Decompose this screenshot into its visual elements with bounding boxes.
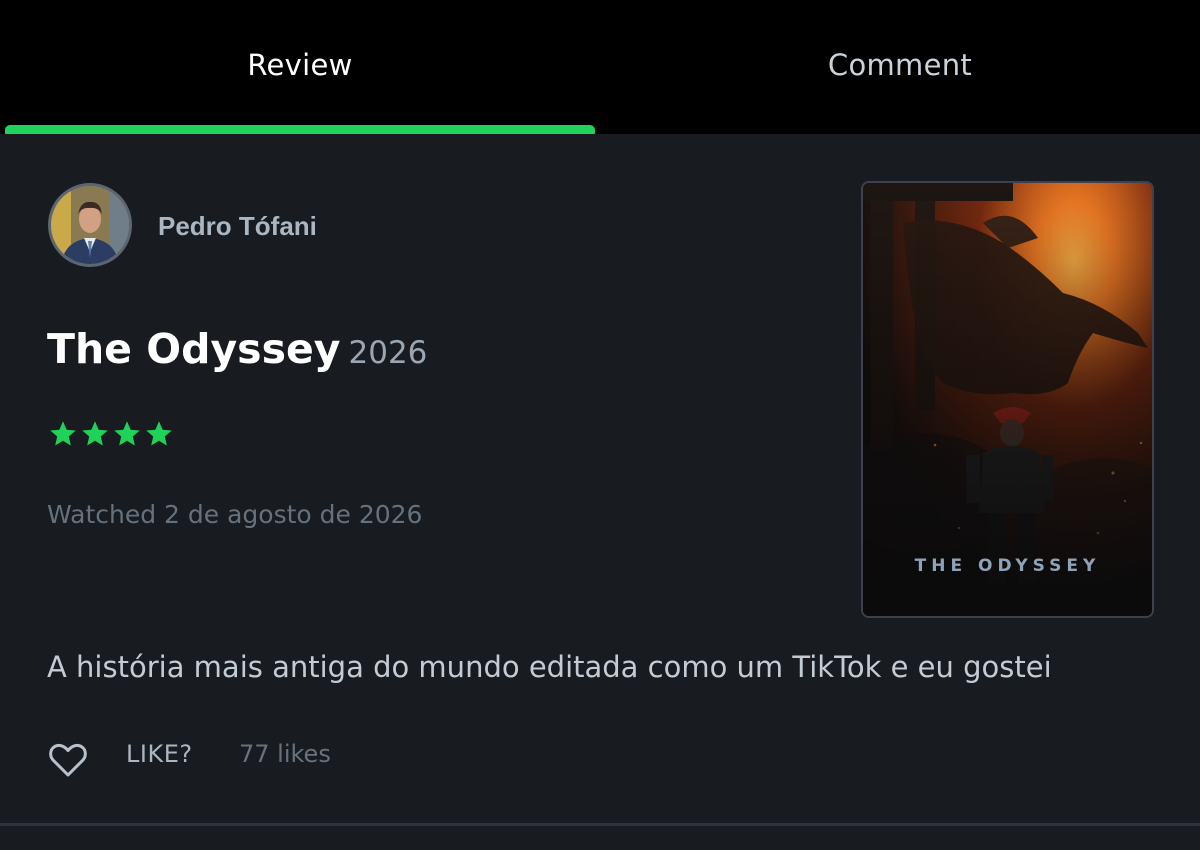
reviewer-name[interactable]: Pedro Tófani — [158, 211, 317, 242]
poster-title: THE ODYSSEY — [914, 556, 1101, 576]
film-title[interactable]: The Odyssey — [47, 325, 341, 373]
avatar-photo — [51, 186, 129, 264]
film-year[interactable]: 2026 — [349, 335, 428, 371]
tab-comment-label: Comment — [827, 48, 973, 82]
avatar[interactable] — [48, 183, 132, 267]
review-body: A história mais antiga do mundo editada … — [47, 650, 1052, 684]
star-icon — [146, 421, 172, 446]
active-tab-indicator — [5, 125, 595, 134]
poster-artwork — [863, 183, 1152, 616]
star-icon — [114, 421, 140, 446]
film-poster[interactable]: THE ODYSSEY — [861, 181, 1154, 618]
divider — [0, 823, 1200, 826]
tab-review-label: Review — [247, 48, 353, 82]
likes-count[interactable]: 77 likes — [239, 740, 331, 768]
tab-review[interactable]: Review — [0, 0, 600, 134]
tab-comment[interactable]: Comment — [600, 0, 1200, 134]
tab-bar: Review Comment — [0, 0, 1200, 134]
heart-outline-icon[interactable] — [47, 740, 89, 780]
star-rating — [48, 419, 174, 449]
watched-date: Watched 2 de agosto de 2026 — [47, 500, 423, 529]
film-heading: The Odyssey 2026 — [47, 325, 427, 373]
star-icon — [50, 421, 76, 446]
like-button[interactable]: LIKE? — [126, 740, 193, 768]
star-icon — [82, 421, 108, 446]
